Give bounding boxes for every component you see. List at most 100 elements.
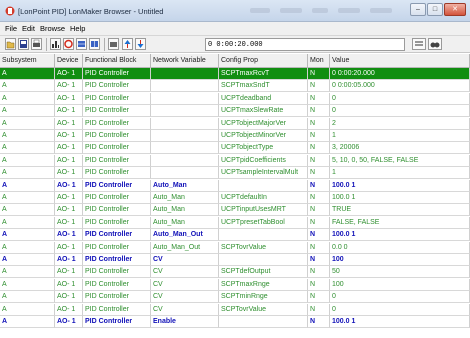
header-network-variable[interactable]: Network Variable: [151, 54, 219, 68]
chart-icon[interactable]: [50, 38, 61, 50]
table-row-selected[interactable]: A AO- 1 PID Controller SCPTmaxRcvT N 0 0:00:2…: [0, 68, 470, 80]
menu-file[interactable]: File: [5, 24, 17, 33]
save-icon[interactable]: [18, 38, 29, 50]
table-row[interactable]: A AO- 1 PID Controller CV SCPTovrValue N 0: [0, 303, 470, 316]
cell-subsystem: A: [0, 216, 55, 229]
cell-value: 0: [330, 291, 470, 304]
table-row[interactable]: A AO- 1 PID Controller Auto_Man_Out N 100.0 1: [0, 229, 470, 242]
cell-subsystem: A: [0, 291, 55, 304]
cell-mon: N: [308, 291, 330, 304]
cell-device: AO- 1: [55, 179, 83, 192]
cell-subsystem: A: [0, 92, 55, 105]
sort-down-icon[interactable]: [135, 38, 146, 50]
cell-network-variable: CV: [151, 254, 219, 266]
table-row[interactable]: A AO- 1 PID Controller Auto_Man N 100.0 1: [0, 179, 470, 192]
grid-icon[interactable]: [76, 38, 87, 50]
cell-device: AO- 1: [55, 303, 83, 316]
list-icon[interactable]: [412, 38, 426, 50]
header-functional-block[interactable]: Functional Block: [83, 54, 151, 68]
sort-up-icon[interactable]: [122, 38, 133, 50]
cell-device: AO- 1: [55, 192, 83, 204]
cell-device: AO- 1: [55, 229, 83, 242]
print-icon[interactable]: [31, 38, 42, 50]
monitor-icon[interactable]: [63, 38, 74, 50]
cell-config-prop: UCPTsampleIntervalMult: [219, 167, 308, 180]
cell-functional-block: PID Controller: [83, 142, 151, 155]
table-row[interactable]: A AO- 1 PID Controller CV SCPTmaxRnge N 100: [0, 278, 470, 291]
cell-functional-block: PID Controller: [83, 303, 151, 316]
cell-value: 5, 10, 0, 50, FALSE, FALSE: [330, 154, 470, 167]
header-value[interactable]: Value: [330, 54, 470, 68]
cell-value: 2: [330, 117, 470, 130]
cell-device: AO- 1: [55, 266, 83, 279]
cell-subsystem: A: [0, 179, 55, 192]
cell-mon: N: [308, 266, 330, 279]
cell-mon: N: [308, 192, 330, 204]
cell-value: 0: [330, 303, 470, 316]
cell-value: 1: [330, 130, 470, 142]
table-row[interactable]: A AO- 1 PID Controller UCPTmaxSlewRate N 0: [0, 105, 470, 118]
cell-subsystem: A: [0, 303, 55, 316]
table-row[interactable]: A AO- 1 PID Controller Enable N 100.0 1: [0, 316, 470, 328]
cell-device: AO- 1: [55, 278, 83, 291]
table-row[interactable]: A AO- 1 PID Controller Auto_Man UCPTpresetTa…: [0, 216, 470, 229]
open-icon[interactable]: [5, 38, 16, 50]
cell-value: 50: [330, 266, 470, 279]
header-mon[interactable]: Mon: [308, 54, 330, 68]
table-row[interactable]: A AO- 1 PID Controller UCPTpidCoefficients N…: [0, 154, 470, 167]
table-row[interactable]: A AO- 1 PID Controller CV N 100: [0, 254, 470, 266]
table-row[interactable]: A AO- 1 PID Controller CV SCPTminRnge N 0: [0, 291, 470, 304]
table-row[interactable]: A AO- 1 PID Controller Auto_Man UCPTdefaultI…: [0, 192, 470, 204]
header-subsystem[interactable]: Subsystem: [0, 54, 55, 68]
table-row[interactable]: A AO- 1 PID Controller Auto_Man_Out SCPTovrV…: [0, 241, 470, 254]
cell-functional-block: PID Controller: [83, 179, 151, 192]
cell-subsystem: A: [0, 117, 55, 130]
cell-config-prop: SCPTmaxRnge: [219, 278, 308, 291]
table-row[interactable]: A AO- 1 PID Controller UCPTsampleIntervalMu…: [0, 167, 470, 180]
blurred-menu-4: [338, 8, 360, 13]
header-device[interactable]: Device: [55, 54, 83, 68]
cell-config-prop: [219, 179, 308, 192]
cell-mon: N: [308, 167, 330, 180]
blurred-menu-1: [250, 8, 270, 13]
table-row[interactable]: A AO- 1 PID Controller CV SCPTdefOutput N 50: [0, 266, 470, 279]
cell-value: 100: [330, 278, 470, 291]
table-row[interactable]: A AO- 1 PID Controller UCPTobjectMajorVer N 2: [0, 117, 470, 130]
table-row[interactable]: A AO- 1 PID Controller Auto_Man UCPTinputUse…: [0, 204, 470, 217]
menu-bar: File Edit Browse Help: [0, 22, 470, 36]
cell-subsystem: A: [0, 68, 55, 80]
cell-subsystem: A: [0, 80, 55, 93]
cell-network-variable: Auto_Man: [151, 204, 219, 217]
binoculars-icon[interactable]: [428, 38, 442, 50]
menu-help[interactable]: Help: [70, 24, 85, 33]
minimize-button[interactable]: –: [410, 3, 426, 16]
copy-icon[interactable]: [108, 38, 119, 50]
cell-config-prop: SCPTmaxRcvT: [219, 68, 308, 80]
cell-mon: N: [308, 229, 330, 242]
cell-subsystem: A: [0, 316, 55, 328]
table-row[interactable]: A AO- 1 PID Controller UCPTobjectType N 3, 20…: [0, 142, 470, 155]
table-row[interactable]: A AO- 1 PID Controller UCPTdeadband N 0: [0, 92, 470, 105]
cell-functional-block: PID Controller: [83, 254, 151, 266]
menu-browse[interactable]: Browse: [40, 24, 65, 33]
cell-network-variable: Enable: [151, 316, 219, 328]
cell-subsystem: A: [0, 278, 55, 291]
cell-device: AO- 1: [55, 117, 83, 130]
table-row[interactable]: A AO- 1 PID Controller UCPTobjectMinorVer N 1: [0, 130, 470, 142]
header-config-prop[interactable]: Config Prop: [219, 54, 308, 68]
grid-header: Subsystem Device Functional Block Networ…: [0, 54, 470, 68]
cell-device: AO- 1: [55, 142, 83, 155]
cell-device: AO- 1: [55, 316, 83, 328]
value-input[interactable]: [205, 38, 405, 51]
cell-functional-block: PID Controller: [83, 117, 151, 130]
cell-config-prop: UCPTobjectMajorVer: [219, 117, 308, 130]
table-row[interactable]: A AO- 1 PID Controller SCPTmaxSndT N 0 0:00:0…: [0, 80, 470, 93]
cell-functional-block: PID Controller: [83, 216, 151, 229]
cell-network-variable: [151, 80, 219, 93]
table-icon[interactable]: [89, 38, 100, 50]
menu-edit[interactable]: Edit: [22, 24, 35, 33]
close-button[interactable]: ✕: [444, 3, 466, 16]
cell-value: 0: [330, 105, 470, 118]
cell-functional-block: PID Controller: [83, 278, 151, 291]
maximize-button[interactable]: □: [427, 3, 443, 16]
